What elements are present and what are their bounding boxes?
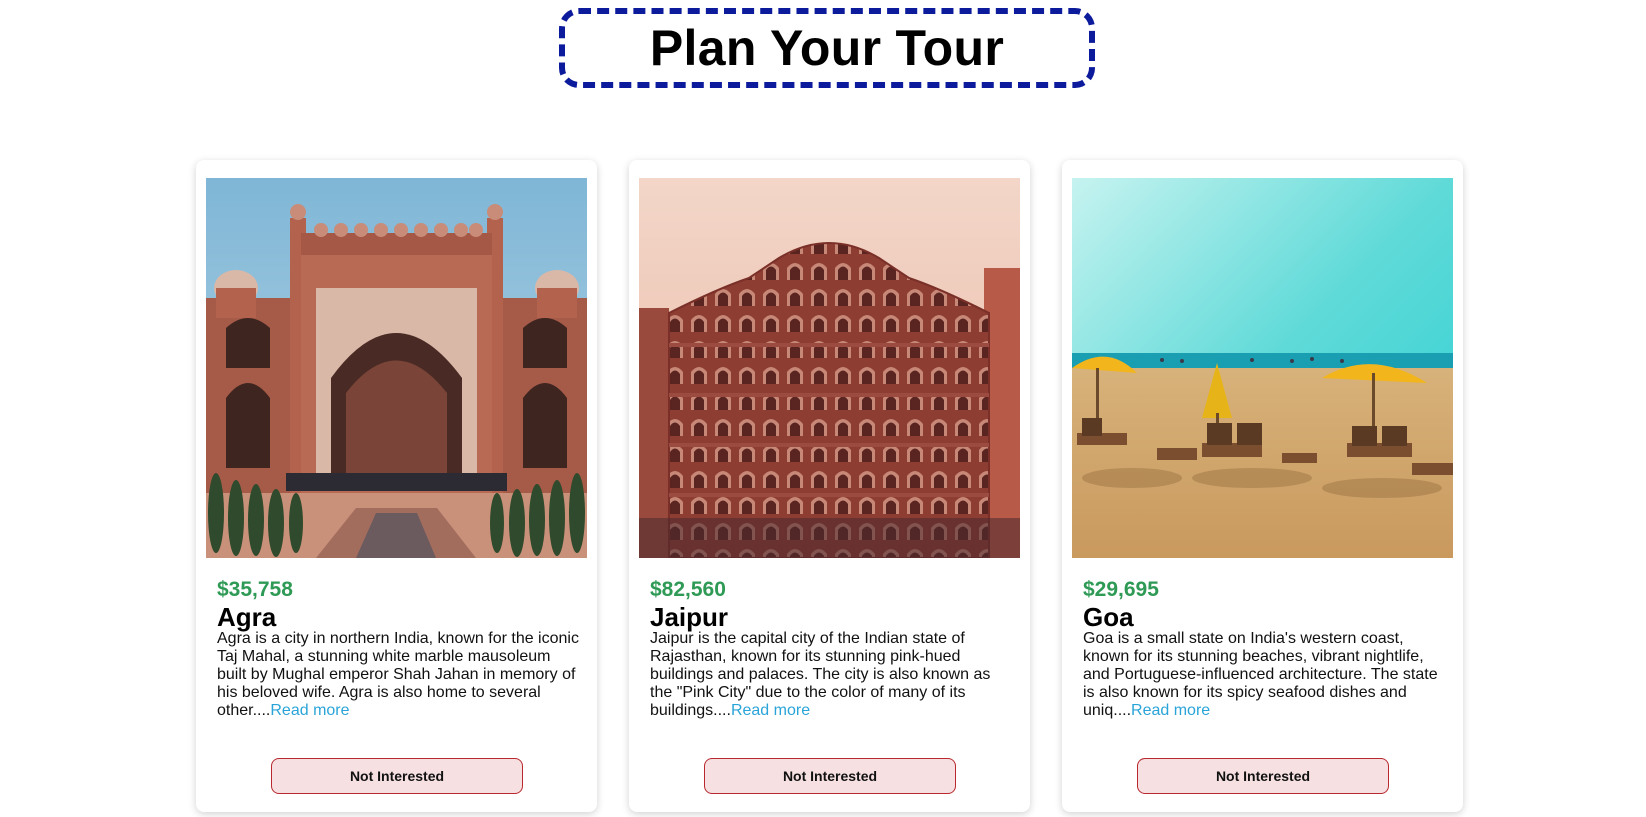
hawa-mahal-photo <box>639 178 1020 558</box>
page: Plan Your Tour $35,758 Agra Agra is a ci… <box>0 0 1646 817</box>
tour-price: $29,695 <box>1083 578 1159 601</box>
tour-card-list: $35,758 Agra Agra is a city in northern … <box>196 160 1466 812</box>
tour-card-goa: $29,695 Goa Goa is a small state on Indi… <box>1062 160 1463 812</box>
tour-price: $35,758 <box>217 578 293 601</box>
taj-mahal-gate-photo <box>206 178 587 558</box>
tour-card-jaipur: $82,560 Jaipur Jaipur is the capital cit… <box>629 160 1030 812</box>
tour-card-agra: $35,758 Agra Agra is a city in northern … <box>196 160 597 812</box>
read-more-link[interactable]: Read more <box>731 702 810 719</box>
tour-price: $82,560 <box>650 578 726 601</box>
not-interested-button[interactable]: Not Interested <box>271 758 523 794</box>
read-more-link[interactable]: Read more <box>270 702 349 719</box>
tour-description-text: Jaipur is the capital city of the Indian… <box>650 630 991 719</box>
page-title: Plan Your Tour <box>649 20 1005 76</box>
tour-description: Agra is a city in northern India, known … <box>217 630 579 720</box>
tour-name: Goa <box>1083 602 1134 632</box>
not-interested-button[interactable]: Not Interested <box>1137 758 1389 794</box>
goa-beach-photo <box>1072 178 1453 558</box>
not-interested-button[interactable]: Not Interested <box>704 758 956 794</box>
tour-description: Jaipur is the capital city of the Indian… <box>650 630 1012 720</box>
tour-name: Jaipur <box>650 602 729 632</box>
tour-description: Goa is a small state on India's western … <box>1083 630 1445 720</box>
title-box: Plan Your Tour <box>559 8 1095 88</box>
read-more-link[interactable]: Read more <box>1131 702 1210 719</box>
tour-name: Agra <box>217 602 277 632</box>
